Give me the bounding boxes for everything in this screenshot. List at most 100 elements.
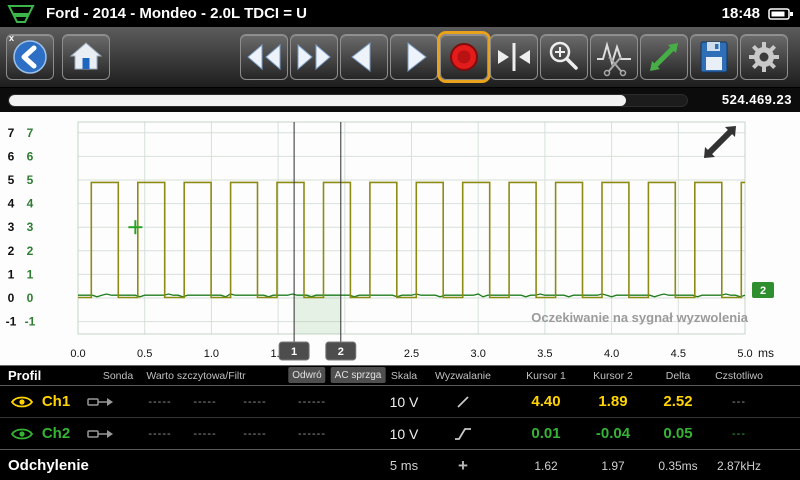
trigger-slope-rising-icon[interactable]: [454, 418, 472, 449]
invert-value: ------: [298, 386, 326, 417]
cursor1-time: 1.62: [534, 450, 557, 480]
svg-text:7: 7: [8, 126, 15, 140]
svg-text:2.5: 2.5: [404, 348, 419, 360]
close-badge: x: [9, 33, 14, 43]
scale-value[interactable]: 10 V: [390, 418, 419, 449]
peak-value: -----: [193, 386, 216, 417]
trigger-slope-any-icon[interactable]: [455, 386, 471, 417]
scope-area: 7766554433221100-1-10.00.51.01.52.02.53.…: [0, 112, 800, 365]
svg-text:5: 5: [27, 173, 34, 187]
ac-coupling-label: AC sprzga: [335, 370, 382, 381]
svg-text:ms: ms: [758, 346, 774, 360]
invert-label: Odwró: [292, 370, 321, 381]
svg-text:1: 1: [291, 346, 297, 358]
toolbar: x: [0, 27, 800, 88]
record-button[interactable]: [440, 34, 488, 80]
diagnostic-scope-screen: Ford - 2014 - Mondeo - 2.0L TDCI = U 18:…: [0, 0, 800, 480]
col-header-kursor1: Kursor 1: [526, 370, 566, 382]
cut-waveform-button[interactable]: [590, 34, 638, 80]
channel2-row: Ch2 ----- ----- ----- ------ 10 V 0.01 -…: [0, 418, 800, 449]
next-button[interactable]: [390, 34, 438, 80]
back-icon: [10, 37, 50, 77]
odchylenie-label: Odchylenie: [8, 450, 89, 480]
channel1-row: Ch1 ----- ----- ----- ------ 10 V 4.40 1…: [0, 386, 800, 417]
scrollbar-fill: [9, 95, 626, 106]
svg-text:4.5: 4.5: [671, 348, 686, 360]
settings-button[interactable]: [740, 34, 788, 80]
sonda-value: -----: [148, 386, 171, 417]
trigger-status-text: Oczekiwanie na sygnał wyzwolenia: [531, 310, 748, 325]
cursor1-value: 4.40: [531, 386, 560, 417]
channel2-label[interactable]: Ch2: [42, 418, 70, 449]
probe-icon: [87, 418, 113, 449]
delta-value: 2.52: [663, 386, 692, 417]
svg-text:2: 2: [760, 285, 766, 297]
fit-to-screen-icon: [492, 35, 536, 79]
cursor2-value: -0.04: [596, 418, 630, 449]
clock: 18:48: [722, 5, 760, 22]
frequency: 2.87kHz: [717, 450, 761, 480]
svg-text:0: 0: [8, 291, 15, 305]
gear-icon: [742, 35, 786, 79]
svg-text:5.0: 5.0: [737, 348, 752, 360]
back-button[interactable]: x: [6, 34, 54, 80]
svg-text:-1: -1: [25, 315, 36, 329]
col-header-czestotliwosc: Czstotliwo: [715, 370, 763, 382]
scale-value[interactable]: 10 V: [390, 386, 419, 417]
channel1-label[interactable]: Ch1: [42, 386, 70, 417]
col-header-kursor2: Kursor 2: [593, 370, 633, 382]
ac-coupling-column-button[interactable]: AC sprzga: [331, 367, 386, 383]
vehicle-title: Ford - 2014 - Mondeo - 2.0L TDCI = U: [46, 5, 722, 22]
svg-text:4: 4: [8, 197, 15, 211]
sweep-row: Odchylenie 5 ms + 1.62 1.97 0.35ms 2.87k…: [0, 450, 800, 480]
skip-back-button[interactable]: [240, 34, 288, 80]
trigger-position-icon: +: [458, 450, 468, 480]
svg-text:6: 6: [8, 149, 15, 163]
cursor2-value: 1.89: [598, 386, 627, 417]
home-button[interactable]: [62, 34, 110, 80]
next-icon: [392, 35, 436, 79]
svg-text:0: 0: [27, 291, 34, 305]
waveform-canvas[interactable]: 7766554433221100-1-10.00.51.01.52.02.53.…: [0, 112, 800, 365]
save-button[interactable]: [690, 34, 738, 80]
measurements-panel: Profil Sonda Warto szczytowa/Filtr Odwró…: [0, 365, 800, 480]
frequency-value: ---: [732, 386, 746, 417]
home-icon: [64, 35, 108, 79]
svg-text:2: 2: [338, 346, 344, 358]
zoom-icon: [542, 35, 586, 79]
sweep-value[interactable]: 5 ms: [390, 450, 418, 480]
zoom-button[interactable]: [540, 34, 588, 80]
cursor2-time: 1.97: [601, 450, 624, 480]
table-header-row: Profil Sonda Warto szczytowa/Filtr Odwró…: [0, 366, 800, 385]
svg-text:3.5: 3.5: [537, 348, 552, 360]
cursor1-value: 0.01: [531, 418, 560, 449]
previous-button[interactable]: [340, 34, 388, 80]
channel2-visibility-eye-icon[interactable]: [10, 418, 34, 449]
svg-text:2: 2: [8, 244, 15, 258]
expand-plot-icon[interactable]: [698, 120, 742, 164]
svg-text:4: 4: [27, 197, 34, 211]
delta-time: 0.35ms: [658, 450, 697, 480]
skip-back-icon: [242, 35, 286, 79]
channel1-visibility-eye-icon[interactable]: [10, 386, 34, 417]
cut-waveform-icon: [592, 35, 636, 79]
peak-value: -----: [193, 418, 216, 449]
svg-text:0.5: 0.5: [137, 348, 152, 360]
skip-forward-button[interactable]: [290, 34, 338, 80]
invert-value: ------: [298, 418, 326, 449]
invert-column-button[interactable]: Odwró: [288, 367, 325, 383]
expand-button[interactable]: [640, 34, 688, 80]
col-header-wyzwalanie: Wyzwalanie: [435, 370, 491, 382]
position-scrollbar[interactable]: [8, 94, 688, 107]
col-header-peak-filter: Warto szczytowa/Filtr: [146, 370, 245, 382]
svg-text:-1: -1: [6, 315, 17, 329]
buffer-position-value: 524.469.23: [722, 92, 792, 107]
svg-text:5: 5: [8, 173, 15, 187]
sonda-value: -----: [148, 418, 171, 449]
fit-to-screen-button[interactable]: [490, 34, 538, 80]
svg-text:1: 1: [8, 267, 15, 281]
col-header-sonda: Sonda: [103, 370, 133, 382]
svg-text:3: 3: [8, 220, 15, 234]
svg-text:7: 7: [27, 126, 34, 140]
battery-icon: [768, 6, 794, 22]
